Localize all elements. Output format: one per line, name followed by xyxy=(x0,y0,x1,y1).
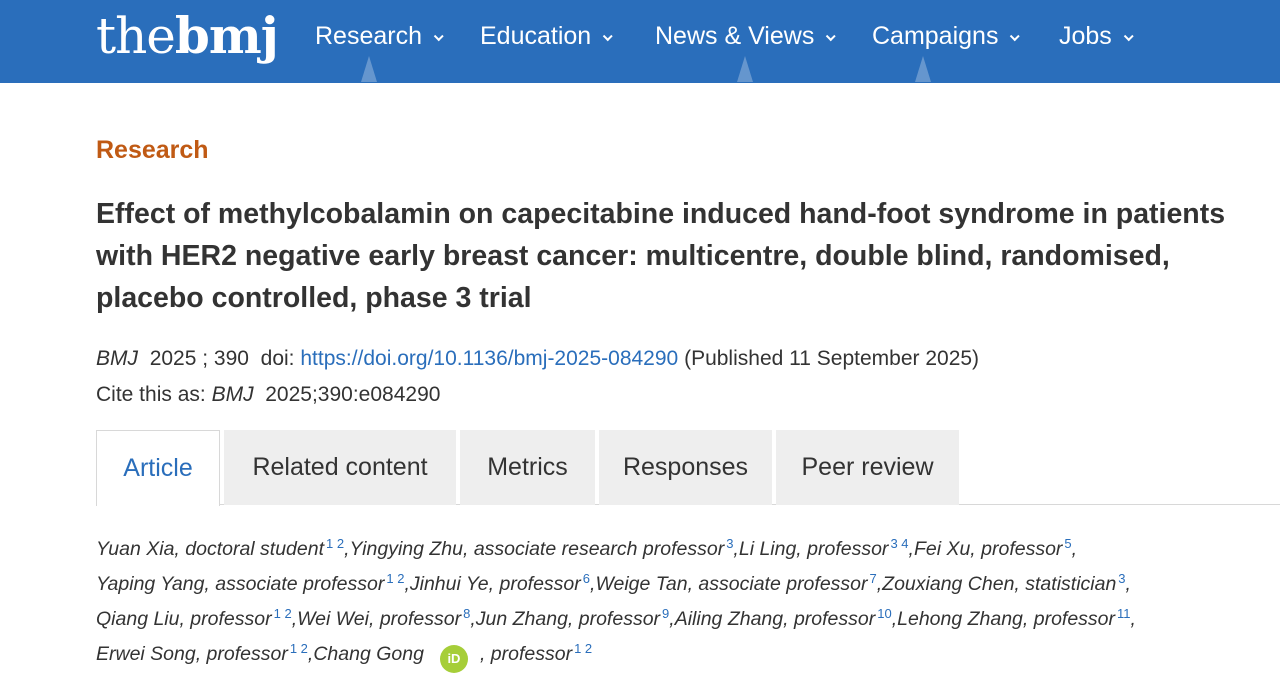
nav-education-label: Education xyxy=(480,22,592,50)
nav-jobs-label: Jobs xyxy=(1059,22,1112,50)
affiliation-ref[interactable]: 9 xyxy=(662,606,669,621)
author-list: Yuan Xia, doctoral student 1 2,Yingying Z… xyxy=(96,532,1280,673)
affiliation-ref[interactable]: 11 xyxy=(1117,606,1131,621)
chevron-down-icon xyxy=(602,31,613,42)
author-item[interactable]: Zouxiang Chen, statistician 3, xyxy=(882,571,1131,595)
nav-campaigns-label: Campaigns xyxy=(872,22,999,50)
cite-journal: BMJ xyxy=(211,383,254,406)
author-item[interactable]: Yaping Yang, associate professor 1 2, xyxy=(96,571,410,595)
author-item[interactable]: Yuan Xia, doctoral student 1 2, xyxy=(96,536,350,560)
orcid-icon[interactable]: iD xyxy=(439,645,468,673)
caret-icon xyxy=(915,56,932,82)
chevron-down-icon xyxy=(433,31,444,42)
doi-link[interactable]: https://doi.org/10.1136/bmj-2025-084290 xyxy=(300,347,678,370)
affiliation-ref[interactable]: 3 xyxy=(1118,571,1125,586)
author-item[interactable]: Wei Wei, professor 8, xyxy=(297,606,476,630)
affiliation-ref[interactable]: 6 xyxy=(583,571,590,586)
chevron-down-icon xyxy=(1123,31,1134,42)
caret-icon xyxy=(360,56,377,82)
affiliation-ref[interactable]: 1 2 xyxy=(274,606,292,621)
citation-meta: BMJ 2025 ; 390 doi: https://doi.org/10.1… xyxy=(96,341,1280,413)
tab-related-content[interactable]: Related content xyxy=(224,430,456,505)
volume-line: 2025 ; 390 xyxy=(149,347,249,370)
nav-news-views-label: News & Views xyxy=(655,22,815,50)
affiliation-ref[interactable]: 1 2 xyxy=(386,571,404,586)
author-item[interactable]: Chang Gong iD, professor 1 2 xyxy=(313,641,592,673)
affiliation-ref[interactable]: 10 xyxy=(877,606,891,621)
journal-name: BMJ xyxy=(96,347,138,370)
cite-reference: 2025;390:e084290 xyxy=(265,383,441,406)
nav-research-label: Research xyxy=(315,22,422,50)
nav-education[interactable]: Education xyxy=(480,18,613,58)
affiliation-ref[interactable]: 1 2 xyxy=(574,641,592,656)
logo-light-text: the xyxy=(96,7,176,65)
author-item[interactable]: Jun Zhang, professor 9, xyxy=(476,606,675,630)
author-item[interactable]: Lehong Zhang, professor 11, xyxy=(897,606,1136,630)
section-label[interactable]: Research xyxy=(96,136,209,165)
author-item[interactable]: Erwei Song, professor 1 2, xyxy=(96,641,313,665)
nav-research[interactable]: Research xyxy=(315,18,444,82)
nav-campaigns[interactable]: Campaigns xyxy=(872,18,1021,82)
tab-metrics[interactable]: Metrics xyxy=(460,430,595,505)
chevron-down-icon xyxy=(826,31,837,42)
affiliation-ref[interactable]: 3 4 xyxy=(890,536,908,551)
author-item[interactable]: Jinhui Ye, professor 6, xyxy=(410,571,596,595)
affiliation-ref[interactable]: 1 2 xyxy=(290,641,308,656)
affiliation-ref[interactable]: 7 xyxy=(870,571,877,586)
tab-responses[interactable]: Responses xyxy=(599,430,772,505)
article-title: Effect of methylcobalamin on capecitabin… xyxy=(96,198,1226,314)
author-item[interactable]: Yingying Zhu, associate research profess… xyxy=(350,536,739,560)
author-item[interactable]: Fei Xu, professor 5, xyxy=(914,536,1077,560)
published-date: (Published 11 September 2025) xyxy=(684,347,980,370)
publication-line: BMJ 2025 ; 390 doi: https://doi.org/10.1… xyxy=(96,341,1280,377)
nav-news-views[interactable]: News & Views xyxy=(655,18,837,82)
affiliation-ref[interactable]: 1 2 xyxy=(326,536,344,551)
doi-label: doi: xyxy=(260,347,295,370)
affiliation-ref[interactable]: 8 xyxy=(463,606,470,621)
tab-peer-review[interactable]: Peer review xyxy=(776,430,959,505)
bmj-logo[interactable]: thebmj xyxy=(96,6,279,66)
caret-icon xyxy=(736,56,753,82)
cite-label: Cite this as: xyxy=(96,383,206,406)
cite-line: Cite this as: BMJ 2025;390:e084290 xyxy=(96,377,1280,413)
affiliation-ref[interactable]: 3 xyxy=(726,536,733,551)
author-item[interactable]: Qiang Liu, professor 1 2, xyxy=(96,606,297,630)
tab-article[interactable]: Article xyxy=(96,430,220,506)
logo-bold-text: bmj xyxy=(174,6,279,65)
author-item[interactable]: Li Ling, professor 3 4, xyxy=(739,536,914,560)
author-item[interactable]: Ailing Zhang, professor 10, xyxy=(675,606,897,630)
nav-jobs[interactable]: Jobs xyxy=(1059,18,1134,58)
site-header: thebmj Research Education News & Views C… xyxy=(0,0,1280,83)
author-item[interactable]: Weige Tan, associate professor 7, xyxy=(595,571,882,595)
affiliation-ref[interactable]: 5 xyxy=(1064,536,1071,551)
chevron-down-icon xyxy=(1010,31,1021,42)
